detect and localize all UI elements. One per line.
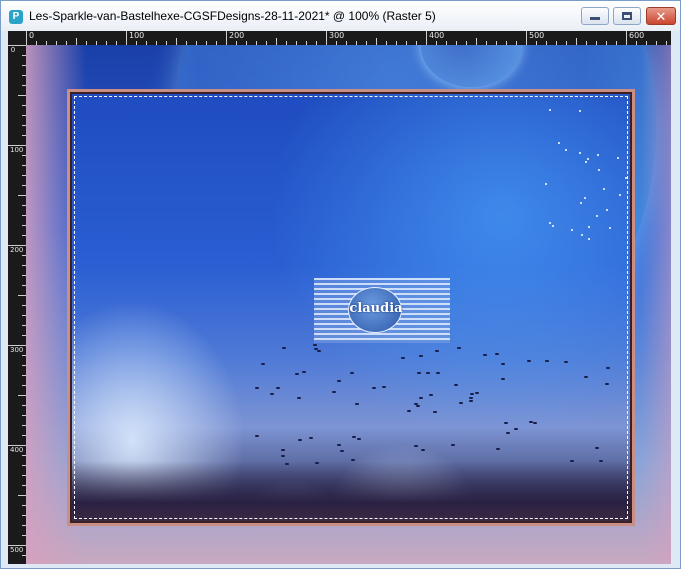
document-title: Les-Sparkle-van-Bastelhexe-CGSFDesigns-2…	[29, 9, 436, 23]
close-button[interactable]: ✕	[646, 7, 676, 25]
ruler-tick	[18, 195, 26, 196]
maximize-button[interactable]	[613, 7, 641, 25]
ruler-top-label: 500	[529, 31, 545, 40]
close-icon: ✕	[655, 8, 667, 24]
ruler-tick	[576, 38, 577, 45]
psp-app-icon[interactable]: P	[9, 10, 23, 24]
ruler-tick	[76, 38, 77, 45]
ruler-tick	[126, 31, 127, 45]
vertical-ruler[interactable]: 0 100 200 300 400 500	[8, 45, 26, 564]
ruler-tick	[8, 245, 26, 246]
ruler-left-label: 0	[10, 46, 16, 54]
image-document-window: P Les-Sparkle-van-Bastelhexe-CGSFDesigns…	[0, 0, 681, 569]
horizontal-ruler[interactable]: 0 100 200 300 400 500 600	[26, 31, 671, 45]
ruler-left-label: 200	[10, 246, 24, 254]
maximize-icon	[622, 12, 632, 20]
watermark-text: claudia	[349, 301, 403, 316]
ruler-tick	[276, 38, 277, 45]
ruler-corner	[8, 31, 26, 45]
ruler-top-label: 600	[629, 31, 645, 40]
ruler-top-label: 0	[29, 31, 35, 40]
ruler-top-label: 300	[329, 31, 345, 40]
ruler-tick	[18, 295, 26, 296]
ruler-tick	[476, 38, 477, 45]
ruler-tick	[426, 31, 427, 45]
ruler-tick	[26, 31, 27, 45]
image-canvas[interactable]: claudia	[26, 45, 671, 564]
ruler-tick	[376, 38, 377, 45]
ruler-left-label: 100	[10, 146, 24, 154]
watermark-logo-icon: claudia	[348, 287, 403, 333]
ruler-tick	[8, 45, 26, 46]
ruler-left-label: 400	[10, 446, 24, 454]
minimize-button[interactable]	[581, 7, 609, 25]
ruler-tick	[18, 495, 26, 496]
ruler-tick	[176, 38, 177, 45]
watermark: claudia	[314, 278, 450, 343]
title-bar[interactable]: P Les-Sparkle-van-Bastelhexe-CGSFDesigns…	[1, 1, 680, 31]
ruler-tick	[526, 31, 527, 45]
ruler-tick	[8, 545, 26, 546]
ruler-tick	[18, 395, 26, 396]
minimize-icon	[590, 17, 600, 20]
ruler-top-label: 100	[129, 31, 145, 40]
ruler-tick	[8, 345, 26, 346]
ruler-top-label: 400	[429, 31, 445, 40]
ruler-tick	[626, 31, 627, 45]
ruler-top-label: 200	[229, 31, 245, 40]
ruler-tick	[226, 31, 227, 45]
ruler-left-label: 300	[10, 346, 24, 354]
ruler-tick	[8, 445, 26, 446]
ruler-tick	[18, 95, 26, 96]
ruler-tick	[8, 145, 26, 146]
ruler-left-label: 500	[10, 546, 24, 554]
ruler-tick	[326, 31, 327, 45]
